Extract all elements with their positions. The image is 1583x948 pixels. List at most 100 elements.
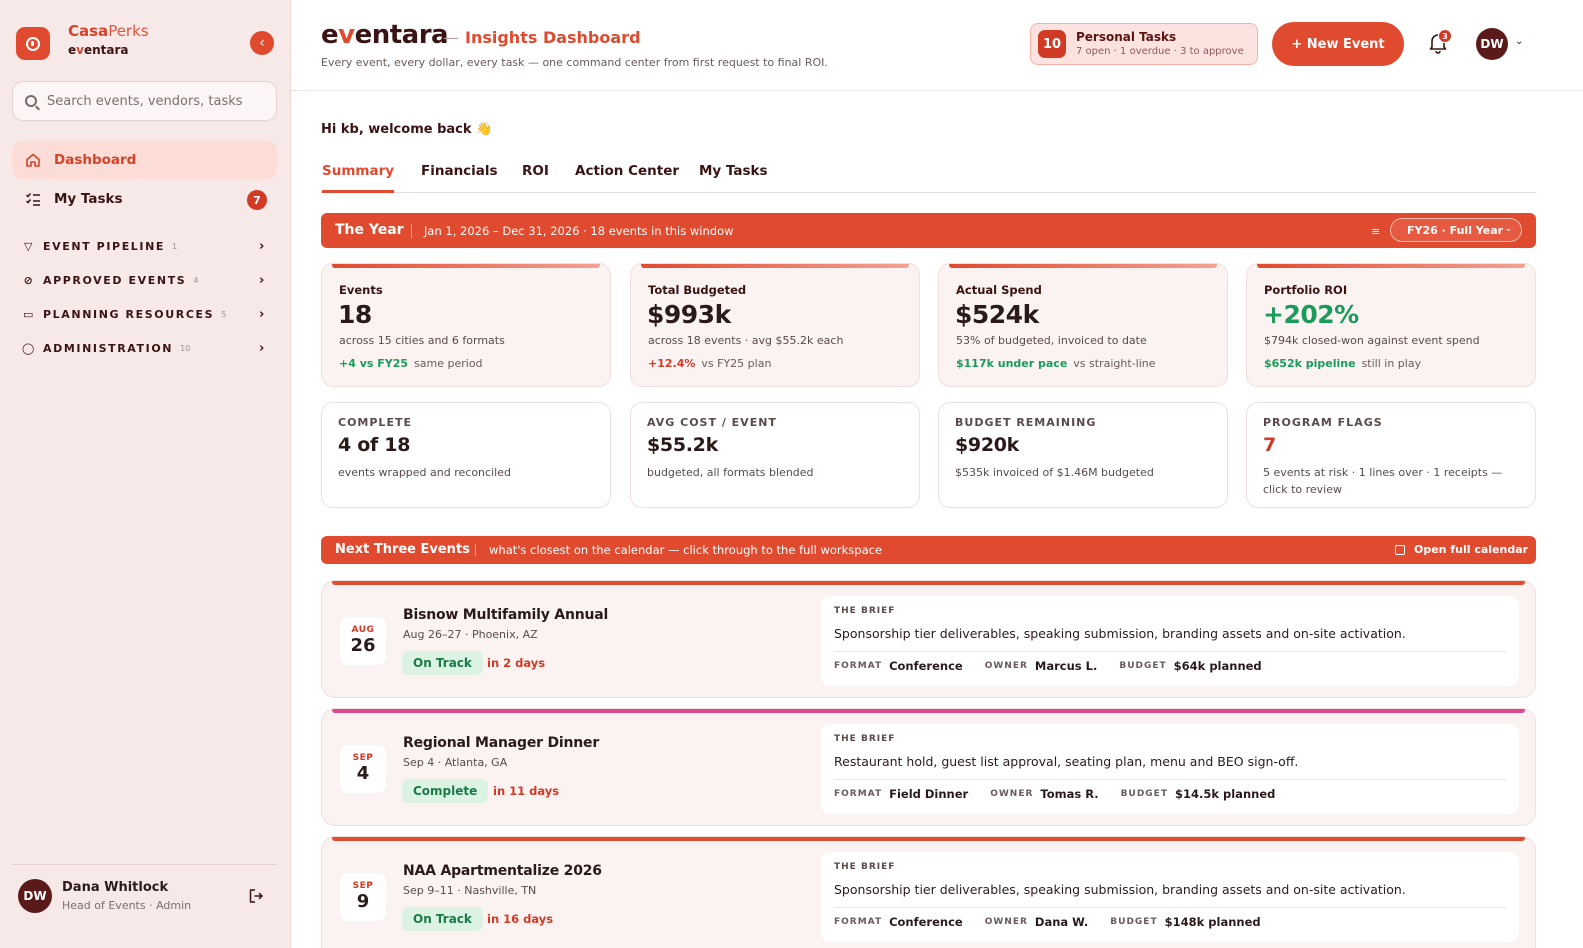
chevron-down-icon[interactable]: ⌄ <box>1515 36 1523 47</box>
event-meta: Sep 4 · Atlanta, GA <box>403 756 508 769</box>
logout-icon[interactable] <box>248 888 264 908</box>
header-avatar[interactable]: DW <box>1476 28 1508 60</box>
sidebar: CasaPerks eventara ‹ Dashboard My Tasks … <box>0 0 291 948</box>
event-accent-bar <box>332 581 1525 585</box>
brief-text: Sponsorship tier deliverables, speaking … <box>834 626 1406 641</box>
stat-card-avg-cost[interactable]: AVG COST / EVENT $55.2k budgeted, all fo… <box>630 402 920 508</box>
kpi-delta: +4 vs FY25 same period <box>339 357 483 370</box>
sidebar-section-approved-events[interactable]: ⊘ APPROVED EVENTS 4 › <box>22 270 272 290</box>
event-date: SEP 9 <box>340 873 386 921</box>
calendar-icon <box>1395 545 1405 555</box>
tab-summary[interactable]: Summary <box>322 163 394 179</box>
event-accent-bar <box>332 837 1525 841</box>
avatar[interactable]: DW <box>18 879 52 913</box>
filter-icon: ≡ <box>1371 225 1381 238</box>
status-badge: On Track <box>402 651 483 675</box>
kpi-value: 18 <box>338 300 372 329</box>
fiscal-year-select[interactable]: FY26 · Full Year ⌄ <box>1390 218 1522 242</box>
open-calendar-link[interactable]: Open full calendar <box>1414 543 1528 556</box>
kpi-label: Events <box>339 283 383 297</box>
notification-badge: 3 <box>1438 29 1452 43</box>
personal-tasks-pill[interactable]: 10 Personal Tasks 7 open · 1 overdue · 3… <box>1030 23 1258 65</box>
tab-roi[interactable]: ROI <box>522 163 549 179</box>
stat-label: COMPLETE <box>338 416 412 429</box>
sidebar-section-event-pipeline[interactable]: ▽ EVENT PIPELINE 1 › <box>22 236 272 256</box>
kpi-sub: across 18 events · avg $55.2k each <box>648 334 844 347</box>
kpi-value: $524k <box>955 300 1039 329</box>
event-card[interactable]: AUG 26 Bisnow Multifamily Annual Aug 26–… <box>321 580 1536 698</box>
section-label: ADMINISTRATION <box>43 341 174 355</box>
shield-icon: ◯ <box>22 341 36 355</box>
tab-my-tasks[interactable]: My Tasks <box>699 163 768 179</box>
sidebar-item-label: Dashboard <box>54 152 137 168</box>
stat-sub: budgeted, all formats blended <box>647 466 814 479</box>
event-countdown: in 2 days <box>487 656 546 670</box>
event-countdown: in 16 days <box>487 912 554 926</box>
title-separator: — <box>443 28 459 47</box>
kpi-card-total-budgeted[interactable]: Total Budgeted $993k across 18 events · … <box>630 263 920 387</box>
banner-divider <box>475 544 476 556</box>
chevron-right-icon: › <box>259 272 266 288</box>
stat-card-program-flags[interactable]: PROGRAM FLAGS 7 5 events at risk · 1 lin… <box>1246 402 1536 508</box>
welcome-message: Hi kb, welcome back 👋 <box>321 122 493 137</box>
kpi-delta: $652k pipeline still in play <box>1264 357 1422 370</box>
sidebar-section-planning-resources[interactable]: ▭ PLANNING RESOURCES 5 › <box>22 304 272 324</box>
brief-details: FORMAT Conference OWNER Marcus L. BUDGET $6… <box>834 659 1262 673</box>
eventara-logo: eventara <box>321 20 449 50</box>
new-event-button[interactable]: + New Event <box>1272 22 1404 66</box>
filter-icon: ▽ <box>23 239 35 253</box>
kpi-card-actual-spend[interactable]: Actual Spend $524k 53% of budgeted, invo… <box>938 263 1228 387</box>
stat-card-budget-remaining[interactable]: BUDGET REMAINING $920k $535k invoiced of… <box>938 402 1228 508</box>
sidebar-item-dashboard[interactable]: Dashboard <box>12 141 277 179</box>
event-date: AUG 26 <box>340 617 386 665</box>
stat-value: $55.2k <box>647 434 718 456</box>
checklist-icon <box>24 190 42 208</box>
event-card[interactable]: SEP 4 Regional Manager Dinner Sep 4 · At… <box>321 708 1536 826</box>
section-count: 5 <box>221 309 227 319</box>
fiscal-year-value: FY26 · Full Year <box>1407 223 1504 237</box>
status-badge: Complete <box>402 779 489 803</box>
event-card[interactable]: SEP 9 NAA Apartmentalize 2026 Sep 9–11 ·… <box>321 836 1536 948</box>
sidebar-item-label: My Tasks <box>54 191 123 207</box>
year-banner-subtitle: Jan 1, 2026 – Dec 31, 2026 · 18 events i… <box>424 224 734 238</box>
event-meta: Sep 9–11 · Nashville, TN <box>403 884 537 897</box>
kpi-label: Portfolio ROI <box>1264 283 1348 297</box>
chevron-right-icon: › <box>259 340 266 356</box>
tab-financials[interactable]: Financials <box>421 163 498 179</box>
tasks-summary: 7 open · 1 overdue · 3 to approve <box>1076 46 1244 57</box>
sidebar-search[interactable] <box>12 81 277 121</box>
chevron-down-icon: ⌄ <box>1504 224 1512 234</box>
stat-card-complete[interactable]: COMPLETE 4 of 18 events wrapped and reco… <box>321 402 611 508</box>
sidebar-section-administration[interactable]: ◯ ADMINISTRATION 10 › <box>22 338 272 358</box>
stat-label: BUDGET REMAINING <box>955 416 1097 429</box>
event-title[interactable]: Bisnow Multifamily Annual <box>403 607 608 623</box>
search-input[interactable] <box>47 93 267 109</box>
tab-bar: Summary Financials ROI Action Center My … <box>321 160 1536 193</box>
section-count: 4 <box>193 275 199 285</box>
section-label: EVENT PIPELINE <box>43 239 166 253</box>
stat-sub: 5 events at risk · 1 lines over · 1 rece… <box>1263 466 1503 496</box>
tasks-count: 10 <box>1038 30 1066 58</box>
brief-text: Restaurant hold, guest list approval, se… <box>834 754 1299 769</box>
next-events-banner: Next Three Events what's closest on the … <box>321 536 1536 564</box>
brief-details: FORMAT Field Dinner OWNER Tomas R. BUDGET $… <box>834 787 1276 801</box>
chevron-right-icon: › <box>259 306 266 322</box>
kpi-card-portfolio-roi[interactable]: Portfolio ROI +202% $794k closed-won aga… <box>1246 263 1536 387</box>
tab-action-center[interactable]: Action Center <box>575 163 679 179</box>
collapse-sidebar-button[interactable]: ‹ <box>250 31 274 55</box>
kpi-delta: +12.4% vs FY25 plan <box>648 357 772 370</box>
kpi-delta: $117k under pace vs straight-line <box>956 357 1156 370</box>
tasks-count-badge: 7 <box>247 190 267 210</box>
tasks-title: Personal Tasks <box>1076 30 1177 44</box>
header-divider <box>291 90 1583 91</box>
event-brief: THE BRIEF Sponsorship tier deliverables,… <box>821 596 1519 686</box>
kpi-card-events[interactable]: Events 18 across 15 cities and 6 formats… <box>321 263 611 387</box>
sidebar-divider <box>12 864 277 865</box>
stat-label: PROGRAM FLAGS <box>1263 416 1383 429</box>
event-brief: THE BRIEF Restaurant hold, guest list ap… <box>821 724 1519 814</box>
user-name: Dana Whitlock <box>62 880 169 895</box>
event-title[interactable]: Regional Manager Dinner <box>403 735 599 751</box>
sidebar-item-my-tasks[interactable]: My Tasks 7 <box>12 180 277 218</box>
event-title[interactable]: NAA Apartmentalize 2026 <box>403 863 602 879</box>
banner-divider <box>411 224 412 238</box>
